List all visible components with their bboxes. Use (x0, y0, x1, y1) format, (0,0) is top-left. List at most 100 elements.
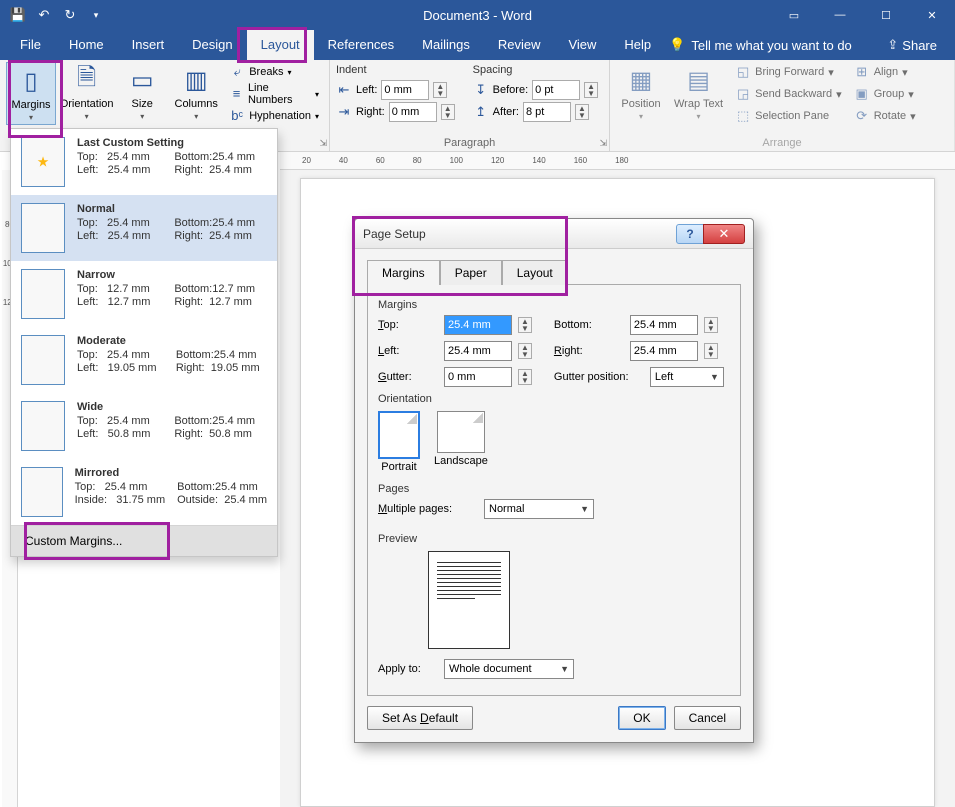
margins-dropdown: Last Custom Setting Top: 25.4 mmBottom:2… (10, 128, 278, 557)
window-title: Document3 - Word (423, 8, 532, 23)
preview-icon (428, 551, 510, 649)
close-icon[interactable]: ✕ (703, 224, 745, 244)
spinner[interactable]: ▲▼ (704, 317, 718, 333)
spinner[interactable]: ▲▼ (575, 104, 589, 120)
space-before-input[interactable] (532, 80, 580, 100)
spinner[interactable]: ▲▼ (433, 82, 447, 98)
send-backward-label: Send Backward (755, 88, 832, 100)
left-input[interactable] (444, 341, 512, 361)
landscape-button[interactable]: Landscape (434, 411, 488, 473)
top-input[interactable] (444, 315, 512, 335)
menu-references[interactable]: References (314, 30, 408, 60)
save-icon[interactable]: 💾 (6, 3, 30, 27)
margins-option-wide[interactable]: Wide Top: 25.4 mmBottom:25.4 mm Left: 50… (11, 393, 277, 459)
page-setup-dialog: Page Setup ? ✕ Margins Paper Layout Marg… (354, 218, 754, 743)
dialog-launcher-icon[interactable]: ⇲ (599, 138, 607, 149)
spinner[interactable]: ▲▼ (704, 343, 718, 359)
undo-icon[interactable]: ↶ (32, 3, 56, 27)
portrait-button[interactable]: Portrait (378, 411, 420, 473)
gutter-position-select[interactable]: Left▼ (650, 367, 724, 387)
menu-bar: File Home Insert Design Layout Reference… (0, 30, 955, 60)
set-default-button[interactable]: Set As Default (367, 706, 473, 730)
margin-preset-title: Normal (77, 203, 267, 215)
horizontal-ruler[interactable]: 20406080100120140160180 (280, 152, 955, 170)
qat-dropdown-icon[interactable]: ▾ (84, 3, 108, 27)
multiple-pages-select[interactable]: Normal▼ (484, 499, 594, 519)
position-button: ▦ Position ▾ (616, 62, 666, 123)
help-icon[interactable]: ? (676, 224, 704, 244)
menu-review[interactable]: Review (484, 30, 555, 60)
columns-button[interactable]: ▥ Columns ▾ (171, 62, 221, 123)
cancel-button[interactable]: Cancel (674, 706, 741, 730)
hyphenation-icon: bᶜ (229, 108, 245, 124)
menu-view[interactable]: View (554, 30, 610, 60)
margins-option-mirrored[interactable]: Mirrored Top: 25.4 mmBottom:25.4 mm Insi… (11, 459, 277, 525)
wrap-text-icon: ▤ (683, 64, 715, 96)
breaks-icon: ⤶ (229, 64, 245, 80)
menu-design[interactable]: Design (178, 30, 246, 60)
dialog-launcher-icon[interactable]: ⇲ (319, 138, 327, 149)
space-before-icon: ↧ (473, 82, 489, 98)
spinner[interactable]: ▲▼ (518, 369, 532, 385)
right-input[interactable] (630, 341, 698, 361)
menu-mailings[interactable]: Mailings (408, 30, 484, 60)
menu-layout[interactable]: Layout (247, 30, 314, 60)
maximize-icon[interactable]: ☐ (863, 0, 909, 30)
share-button[interactable]: ⇪ Share (875, 37, 949, 53)
quick-access-toolbar: 💾 ↶ ↻ ▾ (0, 3, 114, 27)
space-after-input[interactable] (523, 102, 571, 122)
landscape-icon (437, 411, 485, 453)
bottom-input[interactable] (630, 315, 698, 335)
margins-option-last-custom-setting[interactable]: Last Custom Setting Top: 25.4 mmBottom:2… (11, 129, 277, 195)
rotate-icon: ⟳ (854, 108, 870, 124)
orientation-button[interactable]: 🗎 Orientation ▾ (60, 62, 113, 123)
menu-home[interactable]: Home (55, 30, 118, 60)
gutter-input[interactable] (444, 367, 512, 387)
margin-preset-title: Wide (77, 401, 267, 413)
line-numbers-button[interactable]: ≡Line Numbers ▾ (225, 84, 323, 104)
hyphenation-button[interactable]: bᶜHyphenation ▾ (225, 106, 323, 126)
close-icon[interactable]: ✕ (909, 0, 955, 30)
bottom-label: Bottom: (554, 319, 624, 331)
menu-file[interactable]: File (6, 30, 55, 60)
columns-icon: ▥ (180, 64, 212, 96)
size-label: Size (132, 98, 153, 110)
spinner[interactable]: ▲▼ (518, 317, 532, 333)
ok-button[interactable]: OK (618, 706, 665, 730)
menu-help[interactable]: Help (610, 30, 665, 60)
selection-pane-button[interactable]: ⬚Selection Pane (731, 106, 846, 126)
apply-to-select[interactable]: Whole document▼ (444, 659, 574, 679)
spinner[interactable]: ▲▼ (518, 343, 532, 359)
size-button[interactable]: ▭ Size ▾ (117, 62, 167, 123)
tell-me-search[interactable]: 💡 Tell me what you want to do (669, 37, 852, 53)
chevron-down-icon: ▾ (140, 112, 144, 121)
indent-right-input[interactable] (389, 102, 437, 122)
margins-option-normal[interactable]: Normal Top: 25.4 mmBottom:25.4 mm Left: … (11, 195, 277, 261)
redo-icon[interactable]: ↻ (58, 3, 82, 27)
indent-right-icon: ⇥ (336, 104, 352, 120)
section-margins: Margins (378, 299, 730, 311)
margin-preset-icon (21, 467, 63, 517)
chevron-down-icon: ▾ (639, 112, 643, 121)
selection-pane-label: Selection Pane (755, 110, 829, 122)
margin-preset-title: Narrow (77, 269, 267, 281)
menu-insert[interactable]: Insert (118, 30, 179, 60)
group-label-arrange: Arrange (616, 137, 948, 151)
margin-preset-icon (21, 137, 65, 187)
apply-to-label: Apply to: (378, 663, 438, 675)
wrap-text-label: Wrap Text (674, 98, 723, 110)
spinner[interactable]: ▲▼ (584, 82, 598, 98)
spacing-header: Spacing (473, 64, 598, 76)
ribbon-options-icon[interactable]: ▭ (771, 0, 817, 30)
spinner[interactable]: ▲▼ (441, 104, 455, 120)
gutter-position-label: Gutter position: (554, 371, 644, 383)
margins-option-moderate[interactable]: Moderate Top: 25.4 mmBottom:25.4 mm Left… (11, 327, 277, 393)
bring-forward-icon: ◱ (735, 64, 751, 80)
margins-option-narrow[interactable]: Narrow Top: 12.7 mmBottom:12.7 mm Left: … (11, 261, 277, 327)
margin-preset-icon (21, 401, 65, 451)
portrait-icon (378, 411, 420, 459)
breaks-button[interactable]: ⤶Breaks ▾ (225, 62, 323, 82)
minimize-icon[interactable]: — (817, 0, 863, 30)
group-label: Group (874, 88, 905, 100)
indent-left-input[interactable] (381, 80, 429, 100)
